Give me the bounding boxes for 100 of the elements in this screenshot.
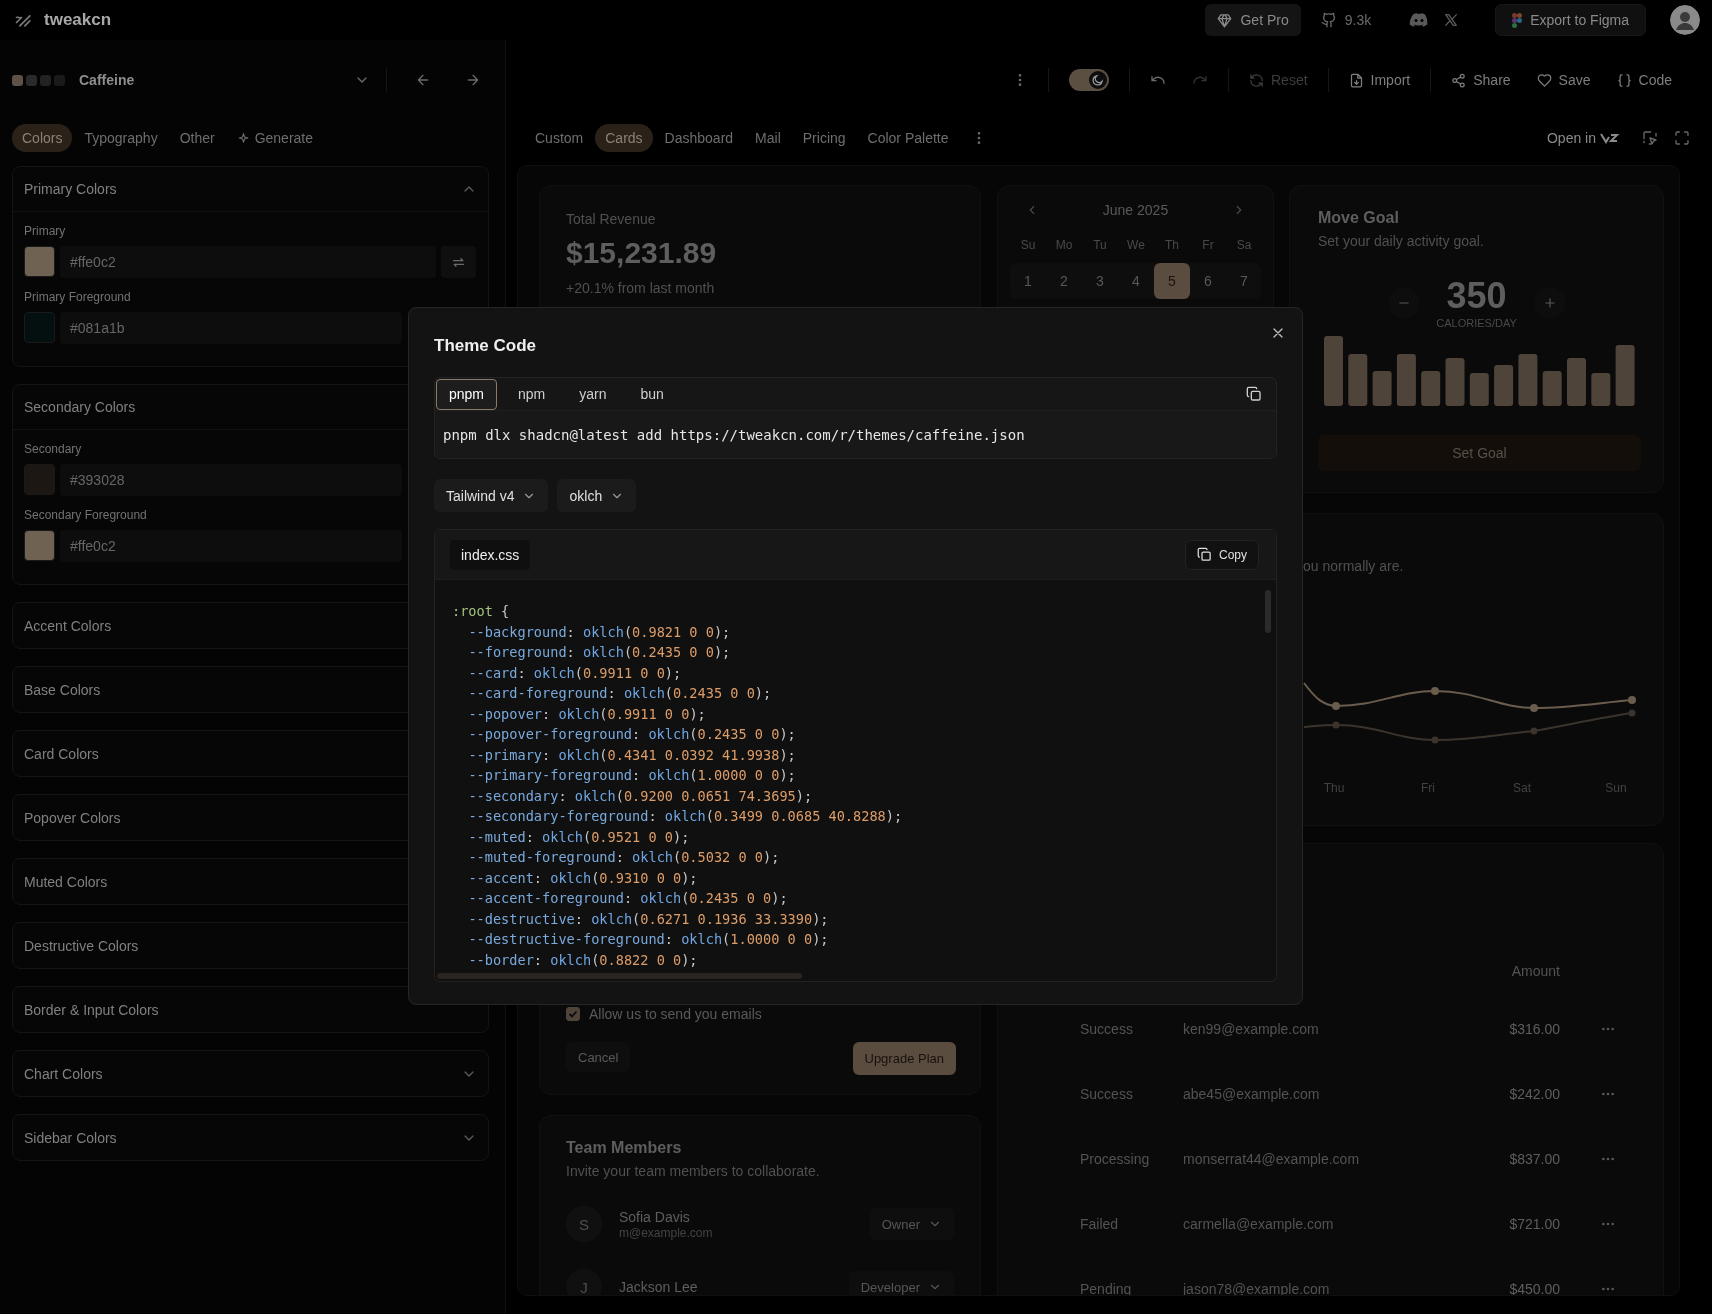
share-button[interactable]: Share (1439, 64, 1523, 96)
table-cell-text: Processing (1080, 1149, 1151, 1169)
file-tab[interactable]: index.css (450, 539, 531, 570)
swap-button[interactable] (441, 246, 476, 278)
color-input-field[interactable]: #081a1b (60, 312, 402, 344)
calendar-day[interactable]: 7 (1226, 263, 1262, 299)
card-title: Team Members (566, 1138, 683, 1158)
color-input-field[interactable]: #393028 (60, 464, 402, 496)
tab[interactable]: pnpm (436, 378, 498, 410)
tab[interactable]: Colors (12, 124, 73, 152)
tab[interactable]: Typography (74, 124, 168, 152)
calendar-day[interactable]: 6 (1190, 263, 1226, 299)
section-title[interactable]: Border & Input Colors (24, 1001, 159, 1018)
dropdown[interactable]: oklch (557, 479, 637, 512)
section-title[interactable]: Muted Colors (24, 873, 108, 890)
tab[interactable]: Other (169, 124, 225, 152)
discord-icon[interactable] (1409, 12, 1430, 28)
data-point (1530, 704, 1538, 712)
open-in-button[interactable]: Open in (1546, 130, 1620, 146)
goal-unit: CALORIES/DAY (1435, 316, 1518, 330)
tab[interactable]: Cards (595, 124, 653, 152)
arrow-right-icon[interactable] (465, 72, 481, 88)
tab[interactable]: bun (627, 378, 677, 410)
table-cell-text: abe45@example.com (1183, 1084, 1321, 1104)
color-swatch[interactable] (24, 530, 55, 561)
section-title[interactable]: Base Colors (24, 681, 101, 698)
section-title[interactable]: Sidebar Colors (24, 1129, 117, 1146)
code-line: --background: oklch(0.9821 0 0); (467, 622, 731, 642)
calendar-day[interactable]: 1 (1010, 263, 1046, 299)
code-button[interactable]: Code (1604, 64, 1684, 96)
code-line: --primary: oklch(0.4341 0.0392 41.9938); (467, 745, 796, 765)
fullscreen-icon[interactable] (1674, 130, 1690, 146)
weekday-label: Su (1019, 237, 1037, 254)
tab[interactable]: Dashboard (654, 124, 744, 152)
section-title[interactable]: Destructive Colors (24, 937, 139, 954)
table-cell-text: $316.00 (1509, 1019, 1560, 1039)
month-label: June 2025 (1102, 202, 1169, 218)
heart-icon (1536, 72, 1552, 88)
field-label: Primary Foreground (24, 289, 132, 305)
card-label: Total Revenue (566, 210, 657, 229)
member-name: Sofia Davis (619, 1207, 691, 1226)
gem-icon (1217, 12, 1233, 28)
role-select[interactable]: Owner (869, 1208, 954, 1240)
code-line: --muted-foreground: oklch(0.5032 0 0); (467, 848, 780, 867)
file-icon (1348, 72, 1364, 88)
axis-label: Fri (1420, 780, 1436, 797)
tab[interactable]: Generate (226, 124, 324, 152)
section-title[interactable]: Primary Colors (24, 181, 117, 197)
avatar (1670, 5, 1700, 35)
arrow-left-icon[interactable] (415, 72, 431, 88)
calendar-day[interactable]: 4 (1118, 263, 1154, 299)
section-title[interactable]: Chart Colors (24, 1065, 103, 1082)
theme-toggle[interactable] (1069, 69, 1109, 91)
copy-icon[interactable] (1246, 386, 1262, 402)
moon-icon (1092, 74, 1104, 86)
bar (1591, 373, 1611, 406)
code-line: --popover-foreground: oklch(0.2435 0 0); (467, 725, 796, 744)
tab[interactable]: Color Palette (857, 124, 959, 152)
color-input-field[interactable]: #ffe0c2 (60, 246, 436, 278)
member-email: m@example.com (619, 1225, 714, 1241)
dropdown[interactable]: Tailwind v4 (434, 479, 549, 512)
github-stars-link[interactable]: 9.3k (1320, 12, 1372, 28)
theme-selector[interactable]: Caffeine (12, 63, 371, 97)
role-select[interactable]: Developer (848, 1271, 954, 1295)
code-line: --destructive: oklch(0.6271 0.1936 33.3390); (467, 909, 829, 929)
section-title[interactable]: Accent Colors (24, 617, 112, 634)
table-cell-text: $837.00 (1509, 1149, 1560, 1169)
section-title[interactable]: Card Colors (24, 745, 99, 762)
x-icon[interactable] (1443, 12, 1460, 28)
calendar-day[interactable]: 2 (1046, 263, 1082, 299)
save-button[interactable]: Save (1524, 64, 1603, 96)
inspect-icon[interactable] (1642, 130, 1658, 146)
bar (1542, 371, 1562, 406)
refresh-icon (1249, 72, 1264, 88)
table-cell-text: carmella@example.com (1183, 1214, 1335, 1234)
color-swatch[interactable] (24, 246, 55, 277)
weekday-label: Mo (1054, 237, 1074, 254)
get-pro-button[interactable]: Get Pro (1205, 4, 1301, 36)
section-title[interactable]: Secondary Colors (24, 399, 136, 415)
column-header: Amount (1510, 962, 1560, 981)
weekday-label: Tu (1092, 237, 1108, 254)
tab[interactable]: Mail (745, 124, 791, 152)
copy-button[interactable]: Copy (1185, 539, 1259, 570)
tab[interactable]: npm (505, 378, 559, 410)
tab[interactable]: Custom (525, 124, 594, 152)
brand-name[interactable]: tweakcn (44, 10, 112, 30)
tab[interactable]: yarn (566, 378, 620, 410)
dialog-title: Theme Code (434, 335, 538, 357)
cancel-button[interactable]: Cancel (566, 1042, 631, 1072)
weekday-label: Fr (1201, 237, 1215, 254)
calendar-day[interactable]: 3 (1082, 263, 1118, 299)
section-title[interactable]: Popover Colors (24, 809, 121, 826)
tab[interactable]: Pricing (792, 124, 856, 152)
export-button[interactable]: Export to Figma (1495, 4, 1646, 36)
code-line: --card: oklch(0.9911 0 0); (467, 663, 682, 683)
data-point (1431, 687, 1439, 695)
checkbox[interactable] (566, 1007, 580, 1021)
import-button[interactable]: Import (1336, 64, 1423, 96)
bar (1494, 365, 1514, 406)
color-input-field[interactable]: #ffe0c2 (60, 530, 402, 562)
